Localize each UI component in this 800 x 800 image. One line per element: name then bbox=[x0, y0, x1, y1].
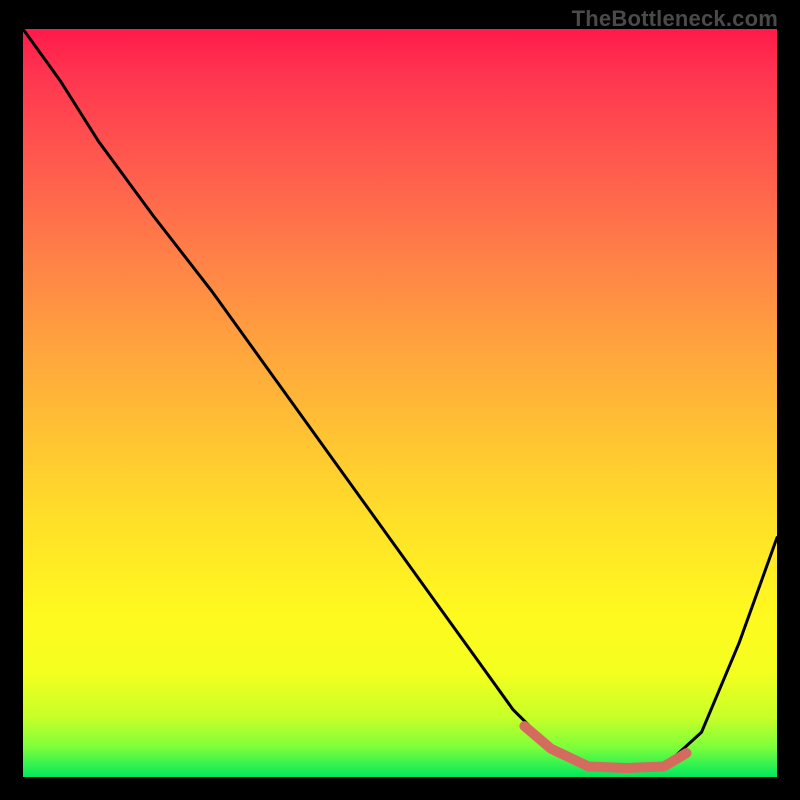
watermark-text: TheBottleneck.com bbox=[572, 6, 778, 32]
accent-curve bbox=[524, 726, 686, 768]
plot-area bbox=[23, 29, 777, 777]
bottleneck-curve bbox=[23, 29, 777, 768]
curve-svg bbox=[23, 29, 777, 777]
chart-frame: TheBottleneck.com bbox=[0, 0, 800, 800]
